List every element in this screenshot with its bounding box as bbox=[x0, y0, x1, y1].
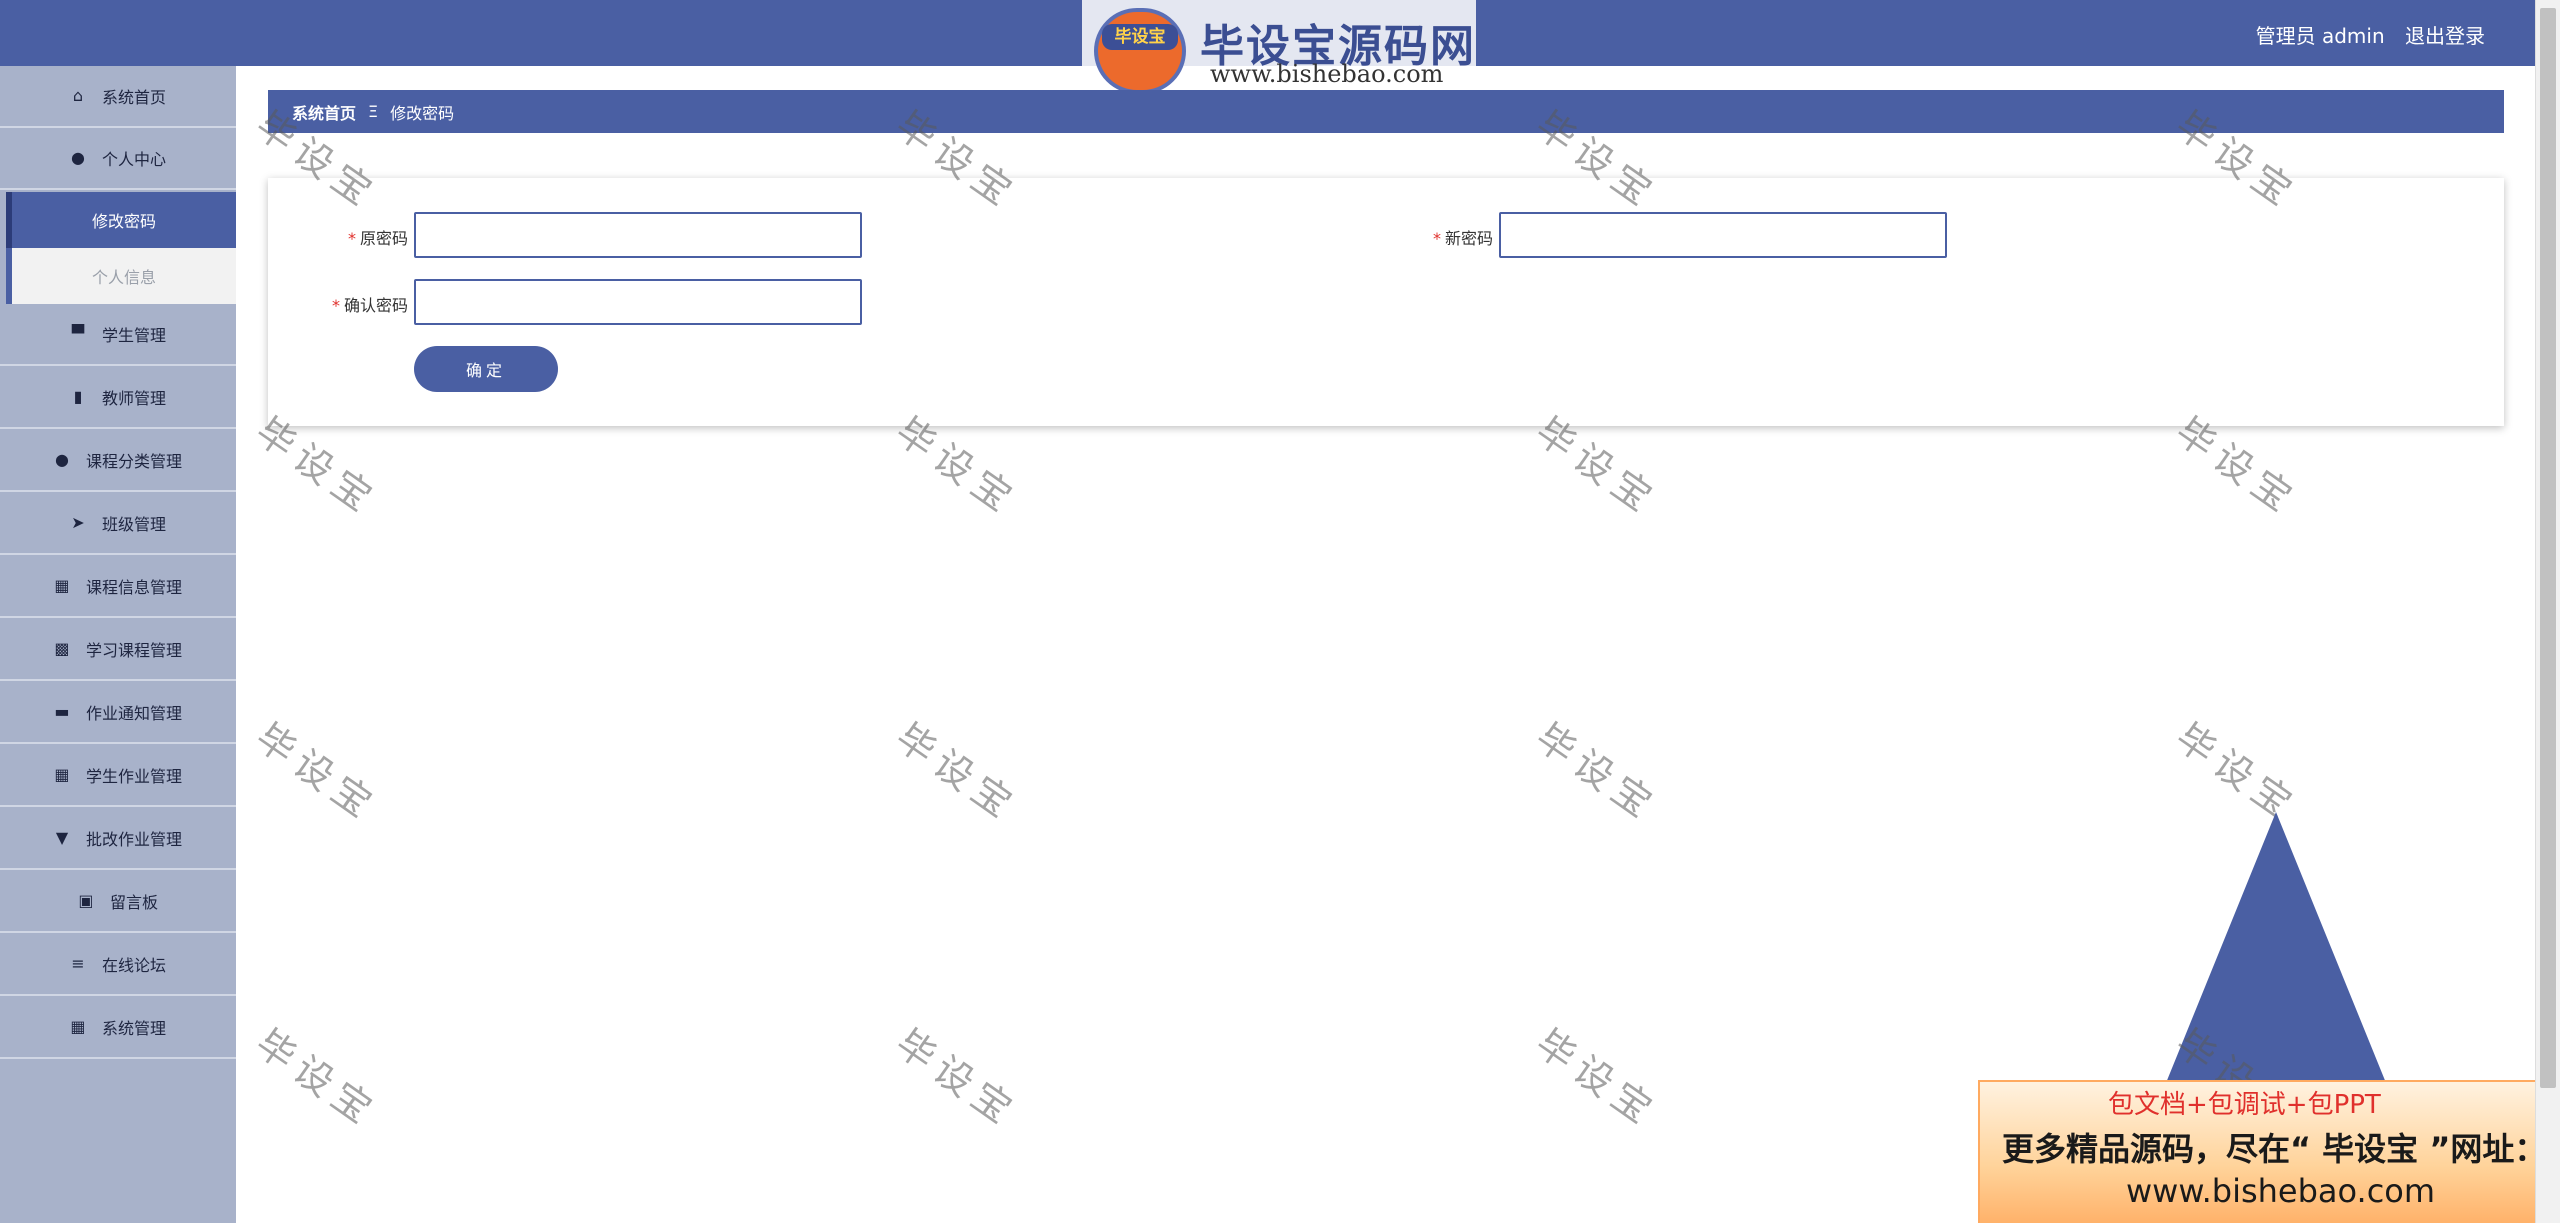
watermark: 毕设宝 bbox=[887, 714, 1027, 830]
required-mark: * bbox=[1432, 229, 1441, 248]
sidebar-item-online-forum[interactable]: ≡ 在线论坛 bbox=[0, 934, 236, 996]
logo-badge-icon: 毕设宝 bbox=[1094, 8, 1186, 94]
clipboard-icon: ▣ bbox=[78, 891, 94, 910]
sidebar-item-label: 批改作业管理 bbox=[85, 830, 182, 849]
watermark: 毕设宝 bbox=[247, 1020, 387, 1136]
sidebar-item-label: 系统管理 bbox=[101, 1019, 166, 1038]
sidebar-item-message-board[interactable]: ▣ 留言板 bbox=[0, 871, 236, 933]
watermark: 毕设宝 bbox=[887, 1020, 1027, 1136]
user-icon: ● bbox=[71, 148, 85, 167]
sidebar-item-homework-notice[interactable]: ▬ 作业通知管理 bbox=[0, 682, 236, 744]
stamp-icon: ▼ bbox=[55, 828, 69, 847]
sidebar-item-teacher-management[interactable]: ▮ 教师管理 bbox=[0, 367, 236, 429]
logout-link[interactable]: 退出登录 bbox=[2405, 24, 2485, 48]
sidebar-item-system-management[interactable]: ▦ 系统管理 bbox=[0, 997, 236, 1059]
ad-line1: 包文档+包调试+包PPT bbox=[2108, 1090, 2381, 1120]
sidebar-item-label: 教师管理 bbox=[101, 389, 166, 408]
required-mark: * bbox=[347, 229, 356, 248]
sidebar-item-label: 留言板 bbox=[109, 893, 158, 912]
comment-icon: ▀ bbox=[71, 324, 85, 343]
sidebar-item-label: 课程分类管理 bbox=[85, 452, 182, 471]
confirm-password-label-text: 确认密码 bbox=[343, 296, 408, 315]
old-password-input[interactable] bbox=[414, 212, 862, 258]
user-icon: ● bbox=[55, 450, 69, 469]
book-icon: ▮ bbox=[73, 387, 83, 406]
change-password-form: * 原密码 * 新密码 * 确认密码 确定 bbox=[268, 178, 2504, 426]
ad-url: www.bishebao.com bbox=[2126, 1172, 2436, 1210]
sidebar-item-label: 作业通知管理 bbox=[85, 704, 182, 723]
sidebar-item-label: 班级管理 bbox=[101, 515, 166, 534]
new-password-input[interactable] bbox=[1499, 212, 1947, 258]
sidebar-item-student-homework[interactable]: ▦ 学生作业管理 bbox=[0, 745, 236, 807]
old-password-label-text: 原密码 bbox=[359, 229, 408, 248]
required-mark: * bbox=[331, 296, 340, 315]
watermark: 毕设宝 bbox=[1527, 714, 1667, 830]
sidebar-item-label: 学生作业管理 bbox=[85, 767, 182, 786]
sidebar-item-label: 系统首页 bbox=[101, 88, 166, 107]
logo-badge-text: 毕设宝 bbox=[1102, 24, 1178, 50]
watermark: 毕设宝 bbox=[247, 714, 387, 830]
breadcrumb: 系统首页 Ξ 修改密码 bbox=[268, 90, 2504, 133]
scroll-thumb[interactable] bbox=[2540, 8, 2556, 1088]
vertical-scrollbar[interactable] bbox=[2535, 0, 2560, 1223]
sidebar-item-personal-center[interactable]: ● 个人中心 bbox=[0, 128, 236, 190]
logo-url: www.bishebao.com bbox=[1210, 60, 1444, 88]
sidebar-item-home[interactable]: ⌂ 系统首页 bbox=[0, 66, 236, 128]
list-icon: ≡ bbox=[71, 954, 85, 973]
ticket-icon: ▬ bbox=[54, 702, 70, 721]
ad-line2: 更多精品源码，尽在“ 毕设宝 ”网址： bbox=[2002, 1130, 2547, 1168]
site-logo: 毕设宝 毕设宝源码网 www.bishebao.com bbox=[1082, 0, 1476, 102]
home-icon: ⌂ bbox=[72, 86, 84, 105]
ad-banner[interactable]: 包文档+包调试+包PPT 更多精品源码，尽在“ 毕设宝 ”网址： www.bis… bbox=[1978, 1080, 2560, 1223]
sidebar-item-label: 在线论坛 bbox=[101, 956, 166, 975]
confirm-password-label: * 确认密码 bbox=[268, 292, 408, 316]
old-password-label: * 原密码 bbox=[268, 225, 408, 249]
sidebar-item-course-info[interactable]: ▦ 课程信息管理 bbox=[0, 556, 236, 618]
send-icon: ➤ bbox=[71, 513, 85, 532]
sidebar-item-label: 课程信息管理 bbox=[85, 578, 182, 597]
grid-icon: ▦ bbox=[70, 1017, 86, 1036]
grid-icon: ▦ bbox=[54, 765, 70, 784]
admin-user-label: 管理员 admin bbox=[2255, 24, 2385, 48]
breadcrumb-separator: Ξ bbox=[368, 102, 379, 121]
sidebar-subitem-change-password[interactable]: 修改密码 bbox=[6, 192, 236, 248]
sidebar-item-label: 学生管理 bbox=[101, 326, 166, 345]
user-area: 管理员 admin 退出登录 bbox=[2242, 20, 2485, 49]
sidebar-item-label: 学习课程管理 bbox=[85, 641, 182, 660]
sidebar: ⌂ 系统首页 ● 个人中心 修改密码 个人信息 ▀ 学生管理 ▮ 教师管理 ● … bbox=[0, 66, 236, 1223]
sidebar-subitem-label: 修改密码 bbox=[91, 212, 156, 231]
submit-button[interactable]: 确定 bbox=[414, 346, 558, 392]
confirm-password-input[interactable] bbox=[414, 279, 862, 325]
sidebar-subitem-label: 个人信息 bbox=[91, 268, 156, 287]
new-password-label: * 新密码 bbox=[1353, 225, 1493, 249]
sidebar-item-grading-homework[interactable]: ▼ 批改作业管理 bbox=[0, 808, 236, 870]
sidebar-subitem-personal-info[interactable]: 个人信息 bbox=[6, 248, 236, 304]
grid-icon: ▦ bbox=[54, 576, 70, 595]
sidebar-item-course-category[interactable]: ● 课程分类管理 bbox=[0, 430, 236, 492]
sidebar-item-student-management[interactable]: ▀ 学生管理 bbox=[0, 304, 236, 366]
sidebar-item-study-course[interactable]: ▩ 学习课程管理 bbox=[0, 619, 236, 681]
watermark: 毕设宝 bbox=[1527, 1020, 1667, 1136]
apps-icon: ▩ bbox=[54, 639, 70, 658]
new-password-label-text: 新密码 bbox=[1444, 229, 1493, 248]
sidebar-item-class-management[interactable]: ➤ 班级管理 bbox=[0, 493, 236, 555]
breadcrumb-current: 修改密码 bbox=[390, 103, 455, 123]
sidebar-item-label: 个人中心 bbox=[101, 150, 166, 169]
